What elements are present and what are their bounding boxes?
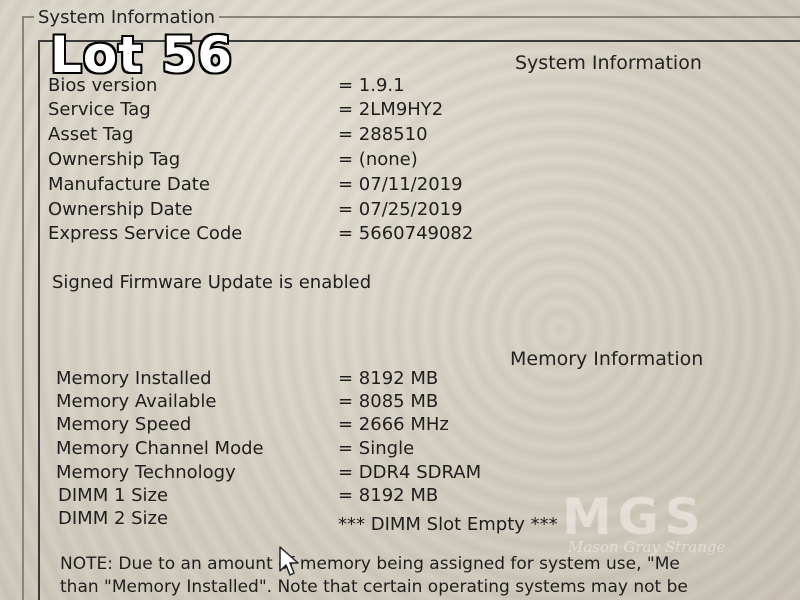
mouse-pointer-icon	[279, 546, 299, 576]
memory-information-heading: Memory Information	[510, 348, 704, 370]
row-value: = 1.9.1	[338, 75, 405, 96]
row-value: = 8085 MB	[338, 391, 439, 412]
row-value: = DDR4 SDRAM	[338, 462, 482, 483]
watermark-logo: MGS Mason Gray Strange	[562, 488, 752, 562]
row-value: = 2LM9HY2	[338, 99, 444, 120]
row-label: Express Service Code	[48, 223, 243, 244]
row-value: = 8192 MB	[338, 485, 439, 506]
row-label: Asset Tag	[48, 124, 134, 145]
firmware-update-status: Signed Firmware Update is enabled	[52, 272, 372, 293]
row-value: = 2666 MHz	[338, 414, 449, 435]
row-label: Memory Channel Mode	[56, 438, 264, 459]
row-value: = (none)	[338, 149, 418, 170]
row-label: Memory Available	[56, 391, 217, 412]
row-label: Service Tag	[48, 99, 151, 120]
watermark-tagline: Mason Gray Strange	[568, 538, 726, 556]
row-value: = 07/25/2019	[338, 199, 463, 220]
row-value: = 288510	[338, 124, 428, 145]
row-label: Memory Speed	[56, 414, 192, 435]
system-information-heading: System Information	[515, 52, 702, 74]
row-value: = 8192 MB	[338, 368, 439, 389]
group-box-title: System Information	[34, 7, 220, 28]
row-label: Manufacture Date	[48, 174, 210, 195]
row-label: Ownership Tag	[48, 149, 181, 170]
row-value: = 5660749082	[338, 223, 474, 244]
row-label: Ownership Date	[48, 199, 193, 220]
row-label: DIMM 2 Size	[58, 508, 169, 529]
row-label: DIMM 1 Size	[58, 485, 169, 506]
row-label: Memory Technology	[56, 462, 236, 483]
row-value: = Single	[338, 438, 415, 459]
memory-note-line-2: than "Memory Installed". Note that certa…	[60, 577, 688, 597]
row-value: *** DIMM Slot Empty ***	[338, 514, 558, 535]
row-label: Memory Installed	[56, 368, 212, 389]
bios-screen: System Information System Information Bi…	[0, 0, 800, 600]
row-value: = 07/11/2019	[338, 174, 463, 195]
lot-number-overlay: Lot 56	[50, 26, 234, 84]
